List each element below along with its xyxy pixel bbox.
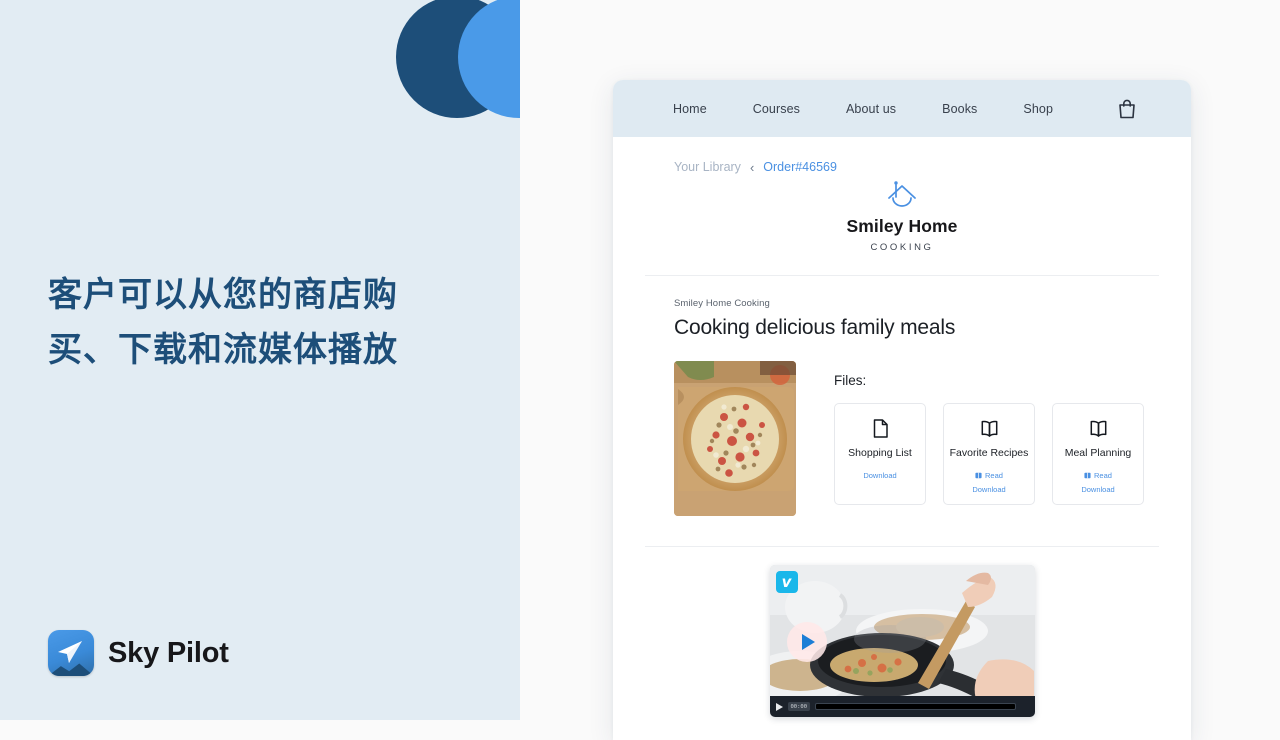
- file-links: Read Download: [1081, 469, 1114, 498]
- file-links: Download: [863, 469, 896, 483]
- open-book-icon: [1090, 420, 1106, 437]
- shopping-bag-icon[interactable]: [1117, 98, 1137, 119]
- file-card-favorite-recipes[interactable]: Favorite Recipes Read Download: [943, 403, 1035, 505]
- control-play-icon[interactable]: [775, 702, 783, 711]
- download-link[interactable]: Download: [863, 469, 896, 483]
- brand-tagline: COOKING: [870, 242, 934, 253]
- read-link[interactable]: Read: [1081, 469, 1114, 483]
- nav-item-books[interactable]: Books: [942, 102, 977, 116]
- nav-item-about-us[interactable]: About us: [846, 102, 896, 116]
- breadcrumb: Your Library ‹ Order#46569: [613, 137, 1191, 174]
- open-book-icon: [981, 420, 997, 437]
- read-label: Read: [1094, 470, 1112, 480]
- paper-plane-icon: [48, 630, 94, 676]
- product-thumbnail: [674, 361, 796, 516]
- file-name: Favorite Recipes: [949, 447, 1029, 459]
- breadcrumb-library[interactable]: Your Library: [674, 160, 741, 174]
- pizza-image: [674, 361, 796, 516]
- nav-item-shop[interactable]: Shop: [1023, 102, 1053, 116]
- files-label: Files:: [834, 373, 867, 388]
- breadcrumb-order[interactable]: Order#46569: [763, 160, 837, 174]
- store-page-card: Home Courses About us Books Shop Your Li…: [613, 80, 1191, 740]
- book-mini-icon: [975, 472, 982, 479]
- video-progress-bar[interactable]: [815, 703, 1016, 710]
- brand-name: Smiley Home: [846, 216, 958, 236]
- download-link[interactable]: Download: [1081, 483, 1114, 497]
- product-vendor: Smiley Home Cooking: [674, 298, 770, 309]
- vimeo-badge[interactable]: v: [775, 571, 798, 593]
- screenshot-root: 客户可以从您的商店购买、下载和流媒体播放 Sky Pilot Home Cour…: [0, 0, 1280, 740]
- sky-pilot-wordmark: Sky Pilot: [108, 636, 229, 669]
- left-promo-panel: 客户可以从您的商店购买、下载和流媒体播放 Sky Pilot: [0, 0, 520, 720]
- product-title: Cooking delicious family meals: [674, 316, 956, 339]
- house-smile-icon: [888, 181, 916, 207]
- sky-pilot-logo: Sky Pilot: [48, 630, 229, 676]
- store-brand: Smiley Home COOKING: [613, 181, 1191, 253]
- video-time: 00:00: [787, 702, 811, 711]
- nav-item-courses[interactable]: Courses: [753, 102, 800, 116]
- document-icon: [873, 419, 888, 438]
- chevron-left-icon: ‹: [749, 159, 755, 175]
- file-cards: Shopping List Download Favorite Recipes: [834, 403, 1191, 505]
- file-name: Meal Planning: [1064, 447, 1132, 459]
- book-mini-icon: [1084, 472, 1091, 479]
- plane-glyph: [58, 641, 82, 663]
- file-name: Shopping List: [848, 447, 912, 459]
- play-button[interactable]: [786, 622, 827, 662]
- file-card-meal-planning[interactable]: Meal Planning Read Download: [1052, 403, 1144, 505]
- product-row: Files: Shopping List Download Favorite R…: [613, 340, 1191, 516]
- nav-item-home[interactable]: Home: [673, 102, 707, 116]
- download-link[interactable]: Download: [972, 483, 1005, 497]
- video-section: v 00:00: [769, 565, 1035, 717]
- files-section: Files: Shopping List Download Favorite R…: [834, 361, 1191, 516]
- file-card-shopping-list[interactable]: Shopping List Download: [834, 403, 926, 505]
- site-nav: Home Courses About us Books Shop: [613, 80, 1191, 137]
- video-controls: 00:00: [769, 696, 1035, 717]
- page-content: Your Library ‹ Order#46569 Smiley Home C…: [613, 137, 1191, 717]
- video-player[interactable]: v 00:00: [769, 565, 1035, 717]
- play-triangle-icon: [802, 634, 815, 650]
- promo-headline: 客户可以从您的商店购买、下载和流媒体播放: [48, 276, 398, 370]
- read-link[interactable]: Read: [972, 469, 1005, 483]
- read-label: Read: [985, 470, 1003, 480]
- file-links: Read Download: [972, 469, 1005, 498]
